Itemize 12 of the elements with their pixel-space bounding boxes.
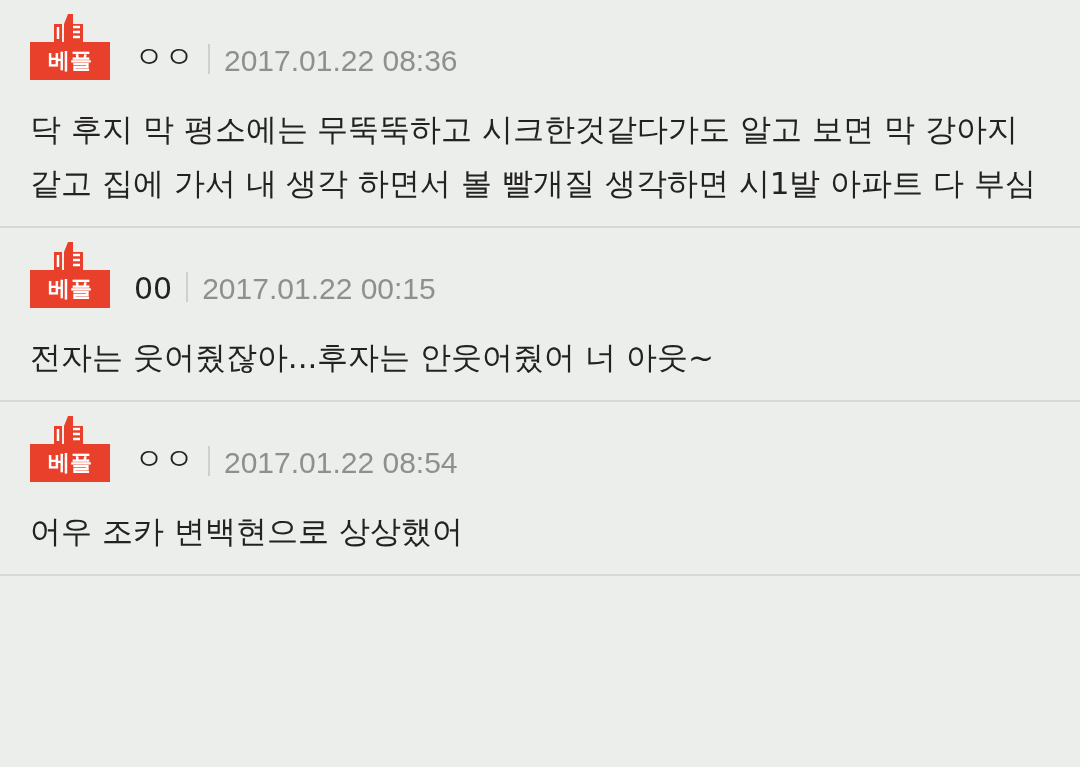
comment-text: 전자는 웃어줬잖아...후자는 안웃어줬어 너 아웃~ (30, 338, 715, 377)
timestamp: 2017.01.22 08:54 (224, 446, 458, 481)
comment-text: 닥 후지 막 평소에는 무뚝뚝하고 시크한것같다가도 알고 보면 막 강아지 같고 집에 가서 내 생각 하면서 볼 빨개질 생각하면 시1발 아파트 다 부심 (30, 110, 1037, 203)
best-badge: 베플 (30, 444, 110, 482)
author-name: 00 (134, 271, 173, 308)
timestamp: 2017.01.22 08:36 (224, 44, 458, 79)
timestamp: 2017.01.22 00:15 (202, 272, 436, 307)
best-badge: 베플 (30, 270, 110, 308)
best-badge: 베플 (30, 42, 110, 80)
author-name: ㅇㅇ (134, 440, 194, 478)
author-name: ㅇㅇ (134, 38, 194, 76)
comment-text: 어우 조카 변백현으로 상상했어 (30, 512, 464, 551)
